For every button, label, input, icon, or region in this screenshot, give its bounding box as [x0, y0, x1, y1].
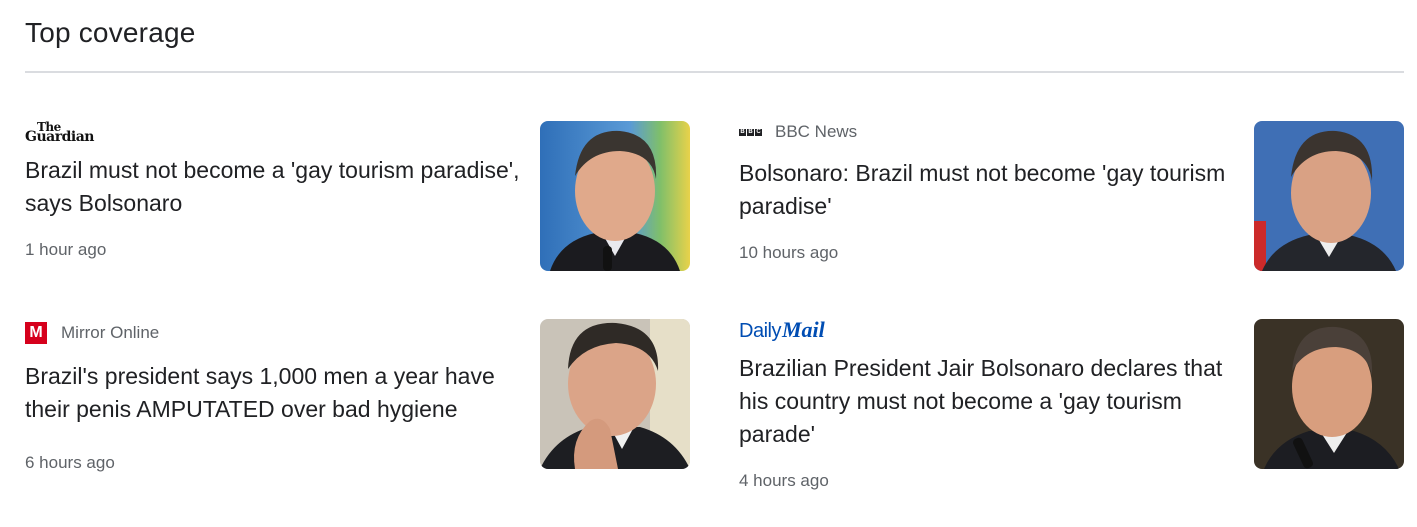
- article-card-guardian[interactable]: The Guardian Brazil must not become a 'g…: [25, 121, 690, 311]
- bbc-logo: BBC: [739, 128, 762, 136]
- section-title: Top coverage: [25, 17, 196, 48]
- article-time: 10 hours ago: [739, 243, 839, 262]
- article-time: 6 hours ago: [25, 453, 115, 472]
- article-headline[interactable]: Brazil's president says 1,000 men a year…: [25, 360, 520, 426]
- article-thumbnail[interactable]: [1254, 121, 1404, 271]
- dailymail-logo: Daily Mail: [739, 317, 825, 342]
- article-card-bbc[interactable]: BBC BBC News Bolsonaro: Brazil must not …: [739, 121, 1404, 311]
- article-time: 4 hours ago: [739, 471, 829, 490]
- article-headline[interactable]: Brazil must not become a 'gay tourism pa…: [25, 154, 520, 220]
- source-row: Daily Mail: [739, 317, 825, 342]
- portrait-photo: [1254, 121, 1404, 271]
- source-row: BBC BBC News: [739, 121, 857, 143]
- mirror-logo: M: [25, 322, 47, 344]
- source-row: The Guardian: [25, 120, 94, 145]
- article-headline[interactable]: Brazilian President Jair Bolsonaro decla…: [739, 352, 1234, 451]
- source-name: BBC News: [775, 122, 858, 141]
- source-name: Mirror Online: [61, 323, 160, 342]
- article-card-mirror[interactable]: M Mirror Online Brazil's president says …: [25, 319, 690, 509]
- article-thumbnail[interactable]: [1254, 319, 1404, 469]
- article-card-dailymail[interactable]: Daily Mail Brazilian President Jair Bolso…: [739, 317, 1404, 509]
- portrait-photo: [540, 121, 690, 271]
- source-row: M Mirror Online: [25, 322, 159, 344]
- article-headline[interactable]: Bolsonaro: Brazil must not become 'gay t…: [739, 157, 1234, 223]
- portrait-photo: [1254, 319, 1404, 469]
- article-thumbnail[interactable]: [540, 121, 690, 271]
- divider: [25, 71, 1404, 73]
- portrait-photo: [540, 319, 690, 469]
- article-thumbnail[interactable]: [540, 319, 690, 469]
- article-time: 1 hour ago: [25, 240, 107, 259]
- guardian-logo: The Guardian: [25, 120, 94, 145]
